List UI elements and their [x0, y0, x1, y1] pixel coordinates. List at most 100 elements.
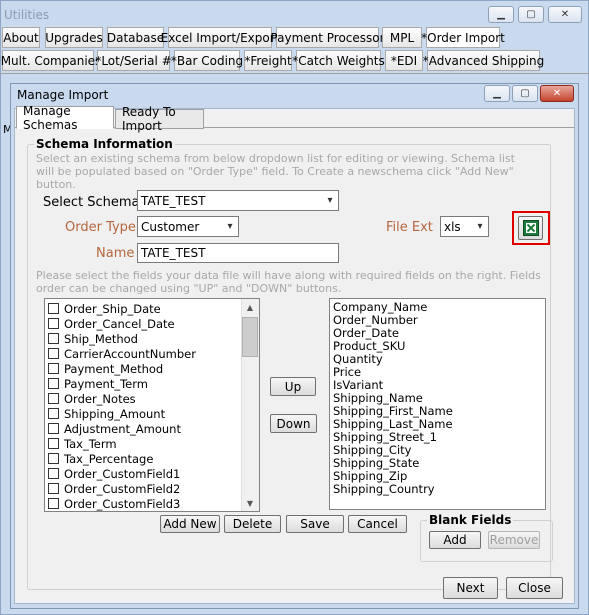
available-field-item[interactable]: Order_CustomField3 [48, 496, 259, 511]
maximize-icon: ▢ [520, 88, 530, 99]
move-up-button[interactable]: Up [270, 377, 316, 396]
outer-tab-divider [0, 73, 589, 74]
tab-catch-weights[interactable]: *Catch Weights [292, 50, 385, 71]
tab-excel-import-export[interactable]: Excel Import/Export [161, 27, 279, 48]
dialog-minimize-button[interactable]: ▁ [484, 85, 510, 102]
next-button[interactable]: Next [443, 577, 498, 599]
tab-mult-companies[interactable]: *Mult. Companies [0, 50, 101, 71]
checkbox[interactable] [48, 498, 59, 509]
checkbox[interactable] [48, 333, 59, 344]
outer-minimize-button[interactable]: ▁ [488, 6, 514, 23]
tab-freight[interactable]: *Freight [244, 50, 292, 71]
dialog-maximize-button[interactable]: ▢ [512, 85, 538, 102]
minimize-icon: ▁ [493, 88, 501, 99]
available-field-label: Order_Ship_Date [64, 301, 161, 316]
tab-advanced-shipping[interactable]: *Advanced Shipping [423, 50, 544, 71]
checkbox[interactable] [48, 438, 59, 449]
blank-fields-add-button[interactable]: Add [429, 531, 481, 549]
required-field-item[interactable]: Shipping_Country [330, 483, 545, 496]
minimize-icon: ▁ [497, 9, 505, 20]
checkbox[interactable] [48, 378, 59, 389]
checkbox[interactable] [48, 348, 59, 359]
available-fields-list[interactable]: Order_Ship_Date Order_Cancel_Date Ship_Met… [44, 298, 260, 512]
tab-about[interactable]: About [2, 27, 40, 48]
required-field-item[interactable]: Quantity [330, 353, 545, 366]
available-field-item[interactable]: Payment_Term [48, 376, 259, 391]
move-down-button[interactable]: Down [270, 414, 317, 433]
close-icon: ✕ [552, 88, 562, 99]
tab-payment-processor[interactable]: Payment Processor [270, 27, 385, 48]
excel-icon [522, 220, 539, 236]
available-field-label: Tax_Percentage [64, 451, 154, 466]
available-field-label: Ship_Method [64, 331, 138, 346]
tab-edi[interactable]: *EDI [385, 50, 423, 71]
available-field-item[interactable]: Adjustment_Amount [48, 421, 259, 436]
tab-bar-coding[interactable]: *Bar Coding [171, 50, 243, 71]
chevron-down-icon: ▾ [227, 221, 233, 232]
checkbox[interactable] [48, 423, 59, 434]
excel-file-button[interactable] [518, 216, 543, 240]
blank-fields-remove-button[interactable]: Remove [488, 531, 540, 549]
add-new-button[interactable]: Add New [160, 515, 220, 533]
available-field-item[interactable]: Order_Notes [48, 391, 259, 406]
available-field-item[interactable]: Shipping_Amount [48, 406, 259, 421]
cancel-button[interactable]: Cancel [348, 515, 407, 533]
available-field-item[interactable]: Payment_Method [48, 361, 259, 376]
scroll-down-icon[interactable]: ▼ [241, 495, 259, 511]
available-field-label: Tax_Term [64, 436, 117, 451]
available-field-label: Order_CustomField3 [64, 496, 181, 511]
tab-upgrades[interactable]: Upgrades [45, 27, 103, 48]
available-field-label: Payment_Term [64, 376, 148, 391]
dialog-close-button[interactable]: ✕ [540, 85, 574, 102]
tab-lot-serial[interactable]: *Lot/Serial # [95, 50, 172, 71]
checkbox[interactable] [48, 408, 59, 419]
checkbox[interactable] [48, 318, 59, 329]
available-field-label: Order_Cancel_Date [64, 316, 175, 331]
blank-fields-heading: Blank Fields [427, 513, 514, 527]
schema-information-heading: Schema Information [34, 137, 175, 151]
scrollbar-thumb[interactable] [242, 317, 258, 357]
tab-ready-to-import[interactable]: Ready To Import [115, 105, 204, 133]
available-field-item[interactable]: Order_Cancel_Date [48, 316, 259, 331]
file-ext-label: File Ext [386, 220, 433, 235]
tab-order-import[interactable]: *Order Import [421, 27, 505, 48]
tab-mpl[interactable]: MPL [382, 27, 422, 48]
checkbox[interactable] [48, 453, 59, 464]
checkbox[interactable] [48, 363, 59, 374]
available-field-item[interactable]: Order_CustomField1 [48, 466, 259, 481]
close-button[interactable]: Close [506, 577, 563, 599]
delete-button[interactable]: Delete [224, 515, 281, 533]
outer-maximize-button[interactable]: ▢ [518, 6, 544, 23]
close-icon: ✕ [560, 9, 570, 20]
order-type-label: Order Type [65, 220, 136, 235]
utilities-window-title: Utilities [4, 8, 50, 22]
checkbox[interactable] [48, 483, 59, 494]
checkbox[interactable] [48, 468, 59, 479]
order-type-dropdown[interactable]: Customer ▾ [137, 216, 239, 237]
tab-database[interactable]: Database [107, 27, 164, 48]
scroll-up-icon[interactable]: ▲ [241, 299, 259, 315]
required-fields-list[interactable]: Company_Name Order_Number Order_Date Produc… [329, 298, 546, 510]
select-schema-dropdown[interactable]: TATE_TEST ▾ [137, 190, 339, 211]
name-input[interactable]: TATE_TEST [137, 243, 339, 263]
select-schema-value: TATE_TEST [141, 193, 206, 208]
available-field-item[interactable]: Order_CustomField2 [48, 481, 259, 496]
outer-close-button[interactable]: ✕ [548, 6, 582, 23]
available-field-label: Adjustment_Amount [64, 421, 181, 436]
fields-hint-text: Please select the fields your data file … [36, 269, 541, 295]
available-field-item[interactable]: Ship_Method [48, 331, 259, 346]
file-ext-dropdown[interactable]: xls ▾ [440, 216, 489, 237]
available-field-item[interactable]: Tax_Term [48, 436, 259, 451]
save-button[interactable]: Save [286, 515, 344, 533]
available-field-item[interactable]: Order_Ship_Date [48, 301, 259, 316]
maximize-icon: ▢ [526, 9, 536, 20]
select-schema-label: Select Schema [43, 195, 140, 210]
name-label: Name [96, 246, 135, 261]
tab-manage-schemas[interactable]: Manage Schemas [16, 104, 114, 132]
checkbox[interactable] [48, 393, 59, 404]
order-type-value: Customer [141, 219, 200, 234]
file-ext-value: xls [444, 219, 461, 234]
available-field-item[interactable]: Tax_Percentage [48, 451, 259, 466]
available-field-item[interactable]: CarrierAccountNumber [48, 346, 259, 361]
checkbox[interactable] [48, 303, 59, 314]
